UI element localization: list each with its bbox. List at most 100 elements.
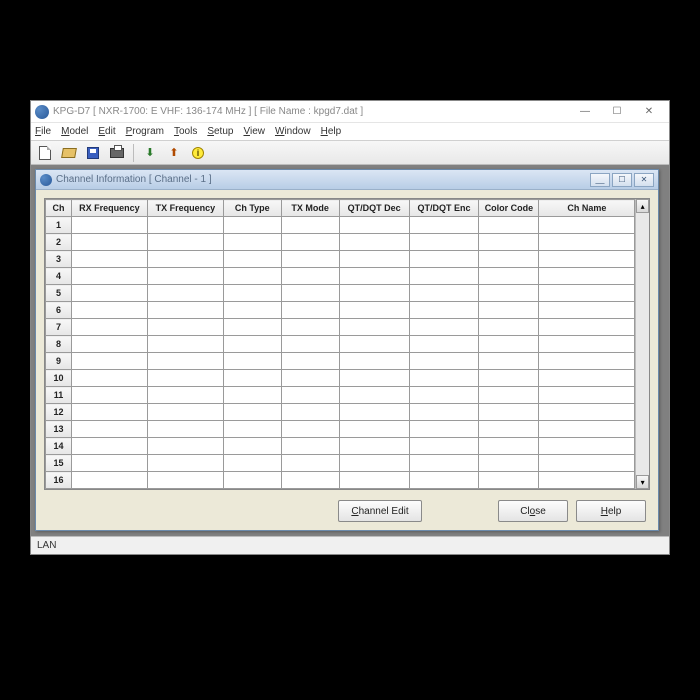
table-row[interactable]: 1 — [46, 217, 635, 234]
cell-rx[interactable] — [71, 370, 147, 387]
cell-ctype[interactable] — [223, 387, 281, 404]
table-row[interactable]: 6 — [46, 302, 635, 319]
cell-cc[interactable] — [479, 285, 539, 302]
cell-txmode[interactable] — [281, 472, 339, 489]
cell-tx[interactable] — [147, 472, 223, 489]
cell-rx[interactable] — [71, 217, 147, 234]
print-button[interactable] — [107, 143, 127, 163]
cell-rx[interactable] — [71, 455, 147, 472]
cell-txmode[interactable] — [281, 285, 339, 302]
cell-enc[interactable] — [409, 353, 479, 370]
child-close-button[interactable]: ✕ — [634, 173, 654, 187]
cell-dec[interactable] — [339, 438, 409, 455]
cell-rx[interactable] — [71, 438, 147, 455]
minimize-button[interactable]: — — [569, 102, 601, 122]
scroll-up-button[interactable]: ▴ — [636, 199, 649, 213]
row-number[interactable]: 5 — [46, 285, 72, 302]
cell-name[interactable] — [539, 285, 635, 302]
row-number[interactable]: 16 — [46, 472, 72, 489]
cell-ctype[interactable] — [223, 455, 281, 472]
cell-ctype[interactable] — [223, 319, 281, 336]
cell-dec[interactable] — [339, 285, 409, 302]
cell-name[interactable] — [539, 387, 635, 404]
maximize-button[interactable]: ☐ — [601, 102, 633, 122]
menu-program[interactable]: Program — [126, 126, 164, 137]
cell-ctype[interactable] — [223, 268, 281, 285]
cell-enc[interactable] — [409, 302, 479, 319]
cell-rx[interactable] — [71, 404, 147, 421]
row-number[interactable]: 15 — [46, 455, 72, 472]
col-ch[interactable]: Ch — [46, 200, 72, 217]
info-button[interactable]: i — [188, 143, 208, 163]
cell-tx[interactable] — [147, 319, 223, 336]
cell-ctype[interactable] — [223, 251, 281, 268]
cell-tx[interactable] — [147, 217, 223, 234]
row-number[interactable]: 1 — [46, 217, 72, 234]
cell-ctype[interactable] — [223, 472, 281, 489]
cell-cc[interactable] — [479, 251, 539, 268]
child-minimize-button[interactable]: __ — [590, 173, 610, 187]
cell-txmode[interactable] — [281, 302, 339, 319]
cell-rx[interactable] — [71, 353, 147, 370]
table-row[interactable]: 2 — [46, 234, 635, 251]
cell-txmode[interactable] — [281, 217, 339, 234]
row-number[interactable]: 4 — [46, 268, 72, 285]
table-row[interactable]: 15 — [46, 455, 635, 472]
row-number[interactable]: 13 — [46, 421, 72, 438]
cell-tx[interactable] — [147, 251, 223, 268]
cell-cc[interactable] — [479, 472, 539, 489]
table-row[interactable]: 7 — [46, 319, 635, 336]
cell-dec[interactable] — [339, 268, 409, 285]
table-row[interactable]: 5 — [46, 285, 635, 302]
menu-window[interactable]: Window — [275, 126, 311, 137]
cell-name[interactable] — [539, 353, 635, 370]
cell-name[interactable] — [539, 472, 635, 489]
table-row[interactable]: 14 — [46, 438, 635, 455]
titlebar[interactable]: KPG-D7 [ NXR-1700: E VHF: 136-174 MHz ] … — [31, 101, 669, 123]
cell-rx[interactable] — [71, 387, 147, 404]
cell-rx[interactable] — [71, 421, 147, 438]
col-qtdqt-dec[interactable]: QT/DQT Dec — [339, 200, 409, 217]
cell-dec[interactable] — [339, 455, 409, 472]
cell-enc[interactable] — [409, 285, 479, 302]
cell-cc[interactable] — [479, 421, 539, 438]
cell-txmode[interactable] — [281, 370, 339, 387]
table-row[interactable]: 16 — [46, 472, 635, 489]
cell-name[interactable] — [539, 302, 635, 319]
channel-grid[interactable]: Ch RX Frequency TX Frequency Ch Type TX … — [44, 198, 650, 490]
cell-tx[interactable] — [147, 387, 223, 404]
scroll-down-button[interactable]: ▾ — [636, 475, 649, 489]
row-number[interactable]: 9 — [46, 353, 72, 370]
cell-ctype[interactable] — [223, 404, 281, 421]
cell-txmode[interactable] — [281, 319, 339, 336]
cell-cc[interactable] — [479, 353, 539, 370]
cell-rx[interactable] — [71, 302, 147, 319]
row-number[interactable]: 3 — [46, 251, 72, 268]
cell-rx[interactable] — [71, 251, 147, 268]
cell-enc[interactable] — [409, 251, 479, 268]
cell-cc[interactable] — [479, 217, 539, 234]
table-row[interactable]: 12 — [46, 404, 635, 421]
cell-name[interactable] — [539, 234, 635, 251]
row-number[interactable]: 2 — [46, 234, 72, 251]
channel-table[interactable]: Ch RX Frequency TX Frequency Ch Type TX … — [45, 199, 635, 489]
cell-tx[interactable] — [147, 336, 223, 353]
cell-name[interactable] — [539, 319, 635, 336]
cell-ctype[interactable] — [223, 285, 281, 302]
cell-rx[interactable] — [71, 319, 147, 336]
col-tx-mode[interactable]: TX Mode — [281, 200, 339, 217]
save-button[interactable] — [83, 143, 103, 163]
cell-ctype[interactable] — [223, 336, 281, 353]
read-button[interactable]: ⬇ — [140, 143, 160, 163]
cell-ctype[interactable] — [223, 370, 281, 387]
cell-txmode[interactable] — [281, 421, 339, 438]
table-row[interactable]: 3 — [46, 251, 635, 268]
col-rx-freq[interactable]: RX Frequency — [71, 200, 147, 217]
cell-txmode[interactable] — [281, 387, 339, 404]
cell-name[interactable] — [539, 217, 635, 234]
cell-txmode[interactable] — [281, 404, 339, 421]
table-row[interactable]: 9 — [46, 353, 635, 370]
cell-tx[interactable] — [147, 370, 223, 387]
cell-cc[interactable] — [479, 268, 539, 285]
channel-edit-button[interactable]: Channel Edit — [338, 500, 422, 522]
